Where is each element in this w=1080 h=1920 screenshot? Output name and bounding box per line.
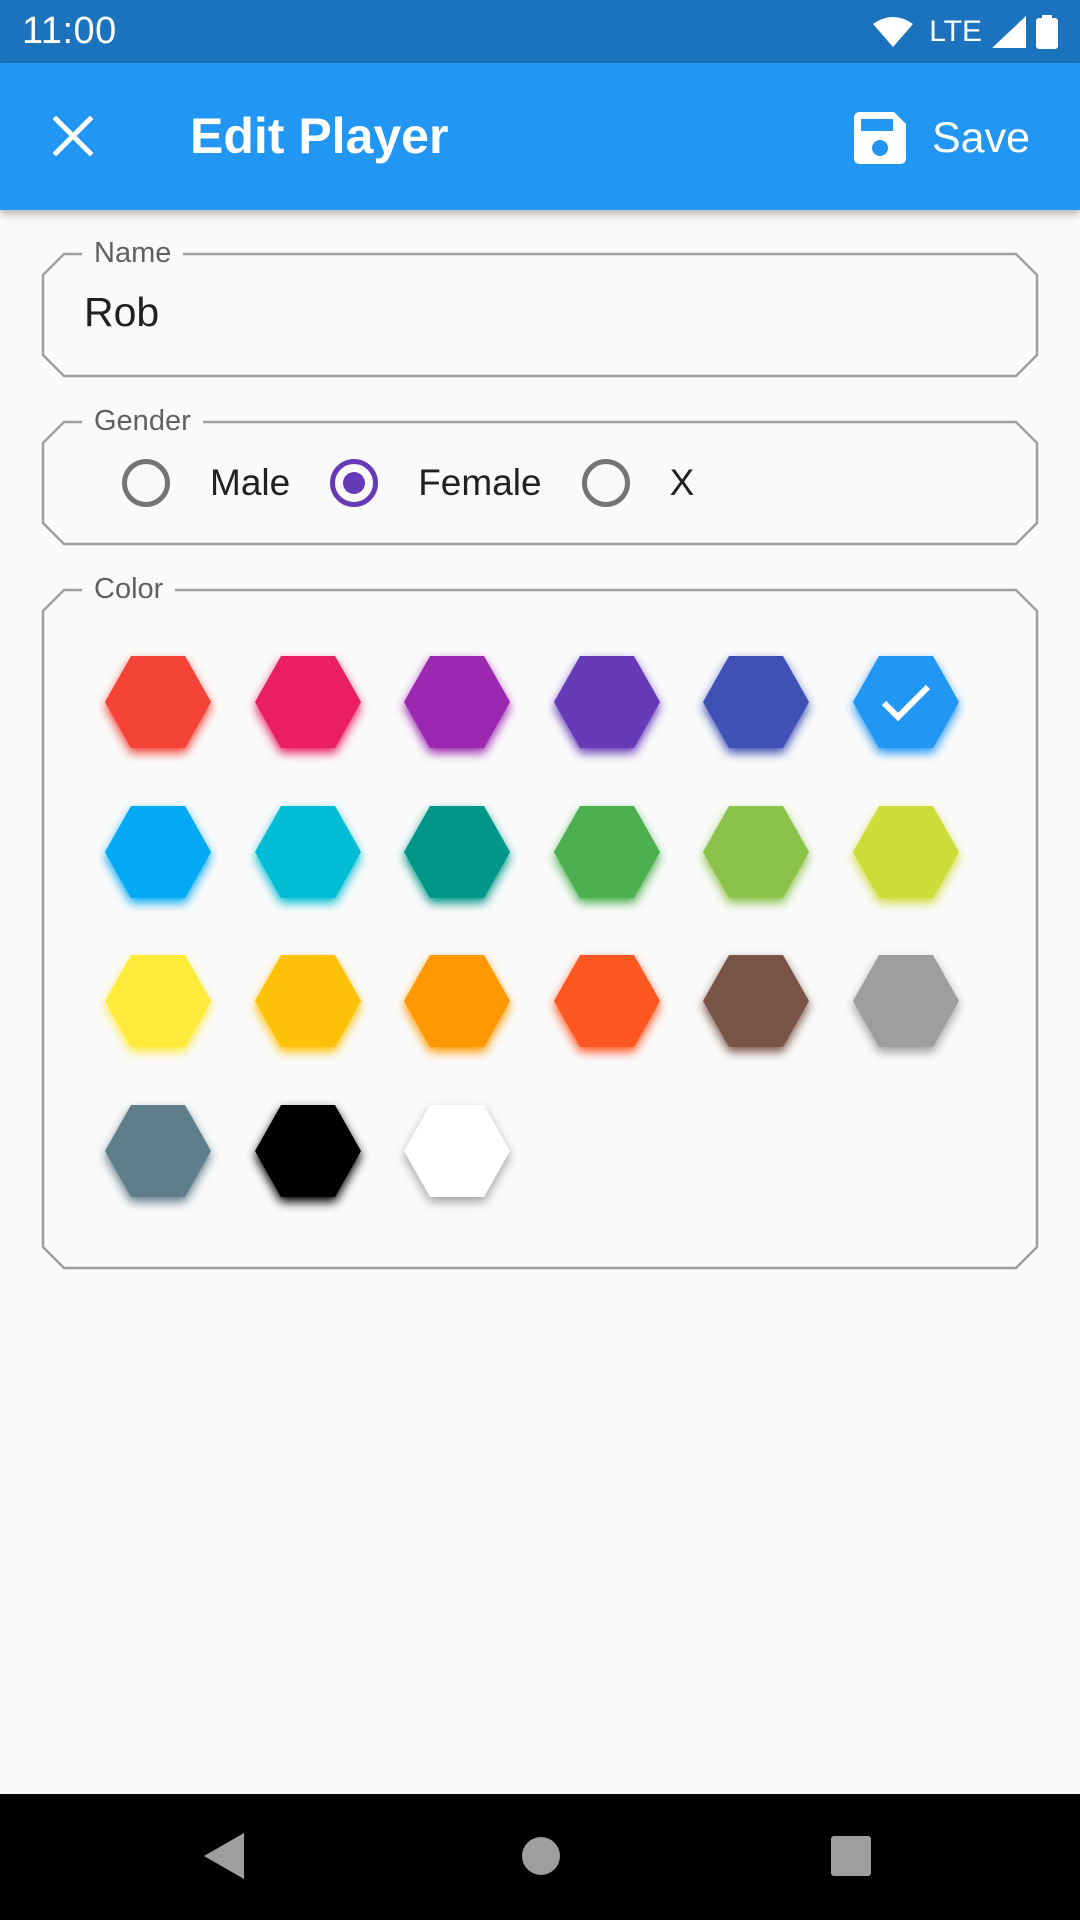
gender-option-x[interactable]: X [581,459,695,507]
color-swatch[interactable] [852,655,960,749]
floppy-disk-icon [853,112,906,164]
save-button[interactable]: Save [853,103,1030,173]
nav-recents-icon[interactable] [831,1836,871,1876]
status-icons: LTE [873,14,1058,49]
gender-option-female[interactable]: Female [330,459,581,507]
gender-field: Gender Male Female X [41,403,1039,546]
color-swatch[interactable] [852,954,960,1048]
radio-male[interactable] [122,459,170,507]
nav-home-icon[interactable] [521,1836,561,1876]
status-time: 11:00 [22,10,117,52]
radio-label-x: X [669,462,695,503]
color-swatch[interactable] [702,805,810,899]
color-swatch[interactable] [852,805,960,899]
color-swatch[interactable] [104,805,212,899]
color-swatch[interactable] [403,954,511,1048]
color-swatch[interactable] [553,655,661,749]
app-bar: Edit Player Save [0,63,1080,210]
close-icon [53,116,93,156]
battery-icon [1036,14,1058,49]
color-swatch[interactable] [104,954,212,1048]
radio-x[interactable] [581,459,630,507]
color-swatch[interactable] [254,655,362,749]
network-type: LTE [929,14,982,48]
color-swatch[interactable] [702,954,810,1048]
wifi-icon [873,16,914,47]
navigation-bar [0,1794,1080,1920]
gender-option-male[interactable]: Male [122,459,330,507]
color-field: Color [41,571,1039,1270]
check-icon [881,684,931,722]
name-input[interactable]: Rob [84,289,159,336]
color-swatch[interactable] [403,805,511,899]
signal-icon [992,15,1026,48]
radio-female[interactable] [330,459,379,507]
color-swatch[interactable] [403,655,511,749]
color-swatch[interactable] [104,1104,212,1198]
color-swatch[interactable] [553,954,661,1048]
name-field[interactable]: Name Rob [41,235,1039,378]
gender-radio-group: Male Female X [122,455,694,511]
color-swatch[interactable] [553,805,661,899]
name-field-label: Name [82,235,184,271]
nav-back-icon[interactable] [204,1833,246,1879]
color-field-label: Color [82,571,176,607]
color-swatch[interactable] [104,655,212,749]
color-swatch[interactable] [403,1104,511,1198]
color-swatch[interactable] [254,805,362,899]
color-swatch[interactable] [254,1104,362,1198]
color-swatch[interactable] [254,954,362,1048]
gender-field-label: Gender [82,403,203,439]
save-label: Save [931,113,1030,162]
status-bar: 11:00 LTE [0,0,1080,63]
radio-label-female: Female [418,462,542,503]
radio-label-male: Male [210,462,291,503]
name-field-border [41,252,1039,378]
page-title: Edit Player [190,108,449,164]
close-button[interactable] [38,101,108,171]
color-swatch[interactable] [702,655,810,749]
